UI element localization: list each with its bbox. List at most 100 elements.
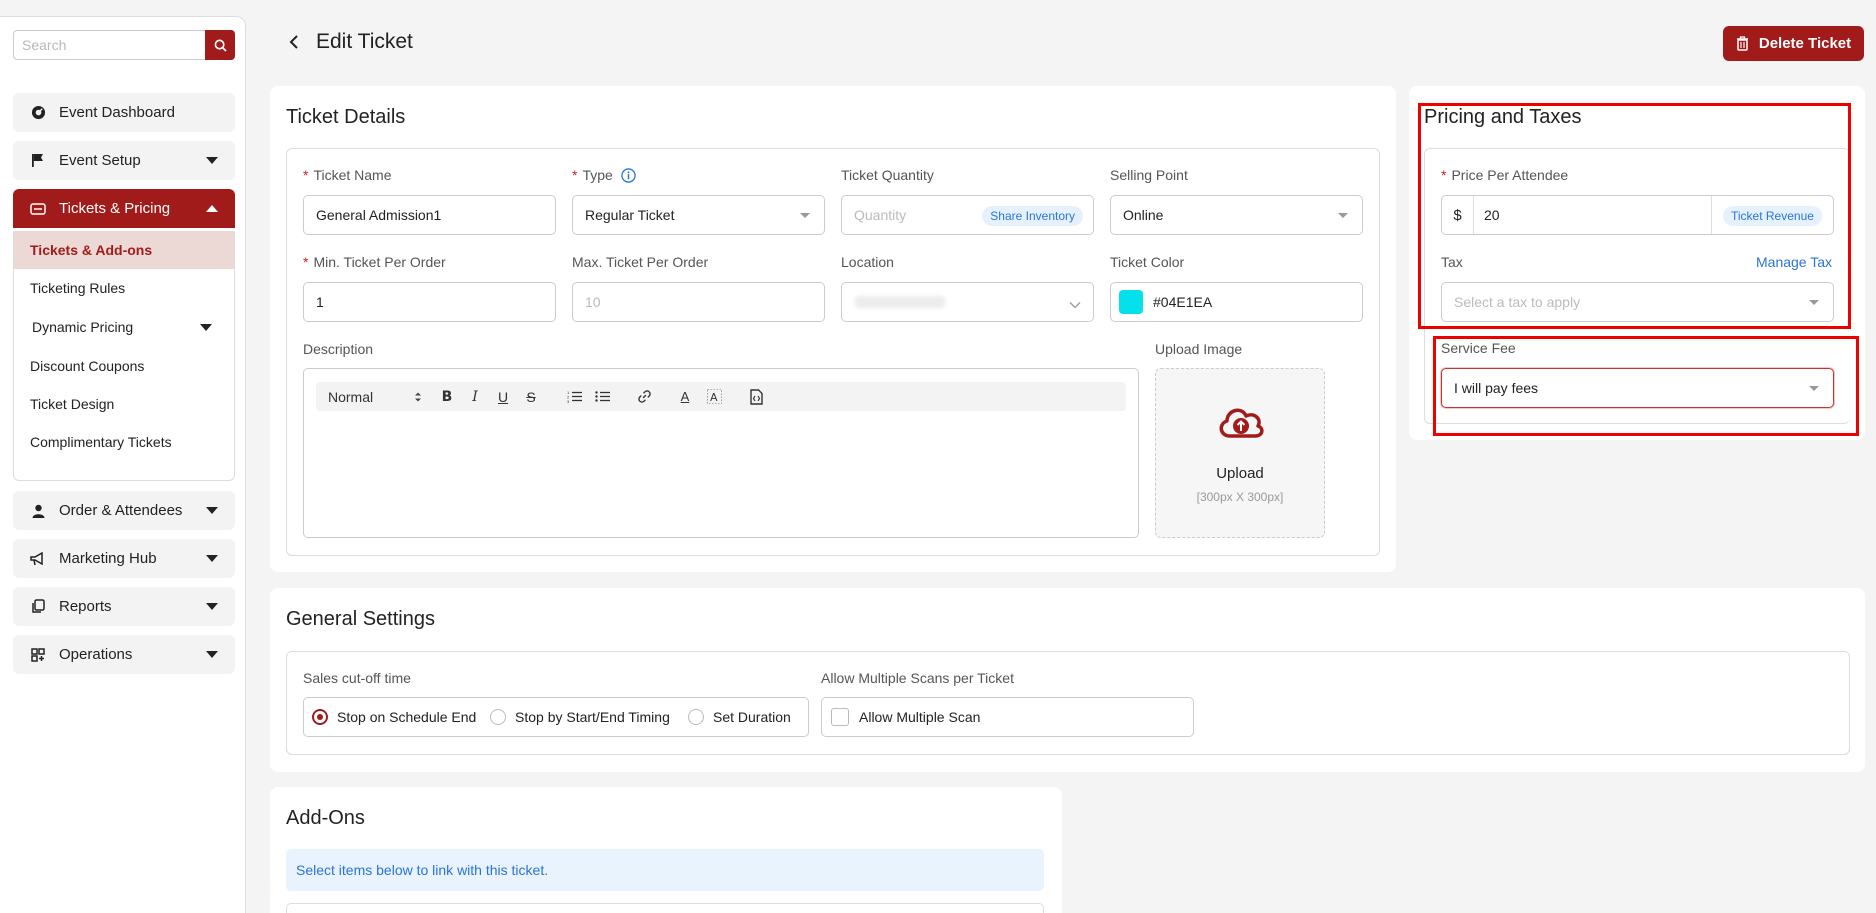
ticket-name-value: General Admission1 xyxy=(316,207,442,223)
chevron-down-icon xyxy=(800,213,810,218)
text-color-icon[interactable]: A xyxy=(678,388,692,405)
flag-icon xyxy=(29,152,47,170)
selling-point-select[interactable]: Online xyxy=(1110,195,1363,235)
back-arrow-icon[interactable] xyxy=(286,34,302,50)
background-color-icon[interactable]: A xyxy=(706,388,722,405)
svg-text:3: 3 xyxy=(567,399,570,403)
color-swatch[interactable] xyxy=(1119,290,1143,314)
search-input[interactable] xyxy=(13,30,207,60)
upload-dropzone[interactable]: Upload [300px X 300px] xyxy=(1155,368,1325,538)
ordered-list-icon[interactable]: 123 xyxy=(566,388,582,405)
radio-label: Set Duration xyxy=(713,709,791,725)
strikethrough-icon[interactable]: S xyxy=(524,388,538,405)
sidebar-item-reports[interactable]: Reports xyxy=(13,587,235,626)
type-select[interactable]: Regular Ticket xyxy=(572,195,825,235)
search-button[interactable] xyxy=(205,30,235,60)
highlight-box-pricing xyxy=(1418,103,1851,329)
sidebar-item-label: Event Setup xyxy=(59,152,141,169)
radio-unselected-icon xyxy=(688,709,704,725)
format-arrows-icon xyxy=(415,392,421,401)
radio-unselected-icon xyxy=(490,709,506,725)
sidebar-item-label: Order & Attendees xyxy=(59,502,183,519)
subnav-label: Dynamic Pricing xyxy=(32,319,134,335)
max-ticket-input[interactable]: 10 xyxy=(572,282,825,322)
description-label: Description xyxy=(303,341,374,357)
ticket-name-label: * Ticket Name xyxy=(303,167,392,183)
radio-stop-on-schedule-end[interactable]: Stop on Schedule End xyxy=(312,709,476,725)
ticket-color-value: #04E1EA xyxy=(1153,294,1213,310)
sidebar-item-label: Marketing Hub xyxy=(59,550,157,567)
sidebar-item-marketing-hub[interactable]: Marketing Hub xyxy=(13,539,235,578)
info-icon[interactable] xyxy=(621,167,636,183)
radio-label: Stop on Schedule End xyxy=(337,709,477,725)
multi-scan-label: Allow Multiple Scans per Ticket xyxy=(821,670,1014,686)
sidebar-item-label: Tickets & Pricing xyxy=(59,200,171,217)
radio-stop-by-start-end[interactable]: Stop by Start/End Timing xyxy=(490,709,670,725)
ticket-color-label: Ticket Color xyxy=(1110,254,1185,270)
sidebar-item-event-setup[interactable]: Event Setup xyxy=(13,141,235,180)
highlight-box-service-fee xyxy=(1433,336,1859,436)
sidebar-search xyxy=(13,30,235,60)
delete-ticket-button[interactable]: Delete Ticket xyxy=(1723,26,1864,61)
sales-cutoff-label: Sales cut-off time xyxy=(303,670,411,686)
ticket-quantity-input[interactable]: Quantity Share Inventory xyxy=(841,195,1094,235)
sidebar-item-label: Operations xyxy=(59,646,133,663)
addons-info-banner: Select items below to link with this tic… xyxy=(286,849,1044,891)
radio-set-duration[interactable]: Set Duration xyxy=(688,709,791,725)
sidebar-item-event-dashboard[interactable]: Event Dashboard xyxy=(13,93,235,132)
subnav-item-tickets-addons[interactable]: Tickets & Add-ons xyxy=(14,231,234,269)
subnav-item-ticket-design[interactable]: Ticket Design xyxy=(14,385,234,423)
radio-label: Stop by Start/End Timing xyxy=(515,709,670,725)
location-blurred-value xyxy=(854,296,946,308)
editor-toolbar: Normal B I U S 123 A A xyxy=(316,382,1126,411)
chevron-down-icon xyxy=(206,603,218,610)
page-title-text: Edit Ticket xyxy=(316,30,413,53)
code-file-icon[interactable] xyxy=(748,388,764,405)
description-editor[interactable]: Normal B I U S 123 A A xyxy=(303,368,1139,538)
location-label: Location xyxy=(841,254,894,270)
svg-text:A: A xyxy=(710,391,718,404)
chevron-down-icon xyxy=(1069,296,1081,312)
sidebar-item-operations[interactable]: Operations xyxy=(13,635,235,674)
subnav-label: Complimentary Tickets xyxy=(30,434,172,450)
selling-point-label: Selling Point xyxy=(1110,167,1188,183)
sidebar-item-order-attendees[interactable]: Order & Attendees xyxy=(13,491,235,530)
checkbox-icon xyxy=(831,708,849,726)
person-icon xyxy=(29,502,47,520)
radio-selected-icon xyxy=(312,709,328,725)
allow-multiple-scan-checkbox[interactable]: Allow Multiple Scan xyxy=(821,697,1194,737)
subnav-label: Ticketing Rules xyxy=(30,280,126,296)
underline-icon[interactable]: U xyxy=(496,388,510,405)
search-icon xyxy=(214,39,227,52)
bullet-list-icon[interactable] xyxy=(594,388,610,405)
addons-list-top xyxy=(286,903,1044,913)
tickets-subnav: Tickets & Add-ons Ticketing Rules Dynami… xyxy=(13,231,235,481)
general-settings-title: General Settings xyxy=(286,608,435,630)
chevron-down-icon xyxy=(206,157,218,164)
sales-cutoff-radio-group: Stop on Schedule End Stop by Start/End T… xyxy=(303,697,809,737)
subnav-item-dynamic-pricing[interactable]: Dynamic Pricing xyxy=(14,308,234,346)
ticket-color-input[interactable]: #04E1EA xyxy=(1110,282,1363,322)
share-inventory-pill[interactable]: Share Inventory xyxy=(982,206,1083,226)
link-icon[interactable] xyxy=(636,388,652,405)
sidebar-item-label: Reports xyxy=(59,598,112,615)
italic-icon[interactable]: I xyxy=(468,388,482,405)
checkbox-label: Allow Multiple Scan xyxy=(859,709,981,725)
dashboard-icon xyxy=(29,104,47,122)
ticket-quantity-label: Ticket Quantity xyxy=(841,167,934,183)
sidebar-item-tickets-pricing[interactable]: Tickets & Pricing xyxy=(13,189,235,228)
selling-point-value: Online xyxy=(1123,207,1164,223)
min-ticket-label: * Min. Ticket Per Order xyxy=(303,254,446,270)
location-select[interactable] xyxy=(841,282,1094,322)
subnav-item-discount-coupons[interactable]: Discount Coupons xyxy=(14,347,234,385)
ticket-icon xyxy=(29,200,47,218)
subnav-item-ticketing-rules[interactable]: Ticketing Rules xyxy=(14,269,234,307)
min-ticket-input[interactable]: 1 xyxy=(303,282,556,322)
subnav-item-complimentary-tickets[interactable]: Complimentary Tickets xyxy=(14,423,234,461)
bold-icon[interactable]: B xyxy=(440,388,454,405)
trash-icon xyxy=(1736,36,1749,51)
chevron-up-icon xyxy=(206,205,218,212)
sidebar: Event Dashboard Event Setup Tickets & Pr… xyxy=(0,16,246,913)
ticket-name-input[interactable]: General Admission1 xyxy=(303,195,556,235)
format-select[interactable]: Normal xyxy=(328,388,421,405)
